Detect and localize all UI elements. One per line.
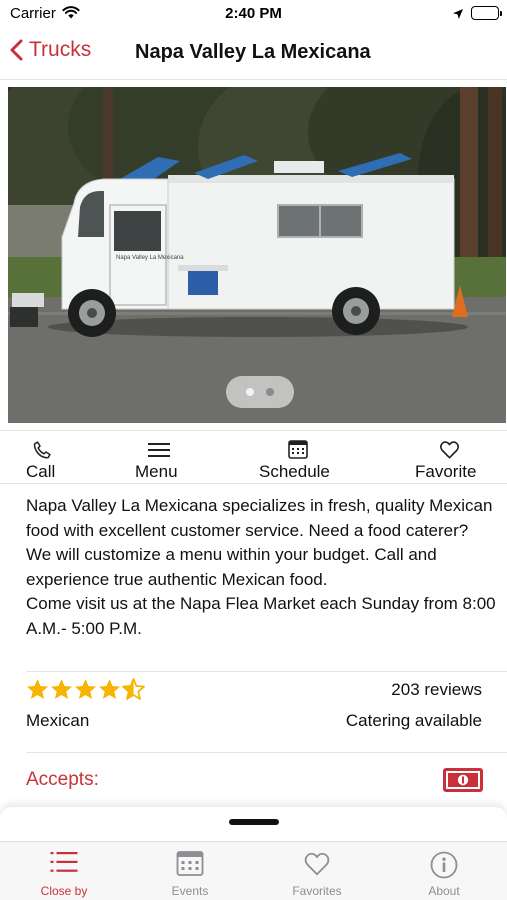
- chevron-left-icon: [10, 39, 23, 61]
- status-bar: Carrier 2:40 PM: [0, 0, 507, 28]
- tab-label: Events: [171, 884, 209, 898]
- star-icon: [98, 678, 121, 700]
- back-button[interactable]: Trucks: [10, 38, 91, 62]
- description-paragraph: Napa Valley La Mexicana specializes in f…: [26, 496, 493, 589]
- tab-label: Favorites: [292, 884, 342, 898]
- favorite-button[interactable]: Favorite: [415, 431, 485, 485]
- divider: [26, 671, 507, 672]
- favorite-label: Favorite: [415, 462, 477, 481]
- star-icon: [26, 678, 49, 700]
- page-dot: [266, 388, 274, 396]
- tab-favorites[interactable]: Favorites: [254, 842, 380, 900]
- star-icon: [74, 678, 97, 700]
- call-label: Call: [26, 462, 56, 481]
- navigation-bar: Trucks Napa Valley La Mexicana: [0, 28, 507, 80]
- sheet-grabber-handle[interactable]: [229, 819, 279, 825]
- star-rating: [26, 678, 145, 700]
- carousel-page-indicator[interactable]: [226, 376, 294, 408]
- tab-label: Close by: [40, 884, 88, 898]
- location-arrow-icon: [452, 7, 464, 25]
- divider: [26, 752, 507, 753]
- action-bar: Call Menu Schedule Favorite: [0, 430, 507, 484]
- list-icon: [50, 851, 78, 878]
- heart-icon: [303, 851, 331, 881]
- truck-signage: Napa Valley La Mexicana: [116, 255, 184, 261]
- tab-events[interactable]: Events: [127, 842, 253, 900]
- half-star-icon: [122, 678, 145, 700]
- cash-icon: [443, 768, 483, 797]
- schedule-button[interactable]: Schedule: [259, 431, 339, 485]
- calendar-icon: [176, 851, 204, 881]
- heart-icon: [439, 440, 460, 464]
- cuisine-label: Mexican: [26, 711, 90, 730]
- info-icon: [430, 851, 458, 884]
- tab-close-by[interactable]: Close by: [1, 842, 127, 900]
- back-button-label: Trucks: [29, 38, 92, 61]
- review-count[interactable]: 203 reviews: [391, 680, 482, 700]
- menu-button[interactable]: Menu: [135, 431, 195, 485]
- call-button[interactable]: Call: [26, 431, 86, 485]
- bottom-sheet[interactable]: [0, 807, 507, 841]
- tab-bar: Close by Events Favorites About: [0, 841, 507, 900]
- calendar-icon: [288, 440, 308, 464]
- status-time: 2:40 PM: [225, 5, 282, 22]
- schedule-label: Schedule: [259, 462, 330, 481]
- description-schedule-note: Come visit us at the Napa Flea Market ea…: [26, 594, 496, 638]
- truck-photo-carousel[interactable]: Napa Valley La Mexicana: [8, 87, 506, 423]
- tab-about[interactable]: About: [381, 842, 507, 900]
- tab-label: About: [428, 884, 460, 898]
- truck-photo: Napa Valley La Mexicana: [8, 87, 506, 423]
- battery-icon: [471, 6, 502, 20]
- menu-label: Menu: [135, 462, 178, 481]
- menu-lines-icon: [148, 443, 170, 462]
- page-title: Napa Valley La Mexicana: [135, 41, 371, 63]
- truck-description: Napa Valley La Mexicana specializes in f…: [26, 494, 496, 642]
- star-icon: [50, 678, 73, 700]
- page-dot-active: [246, 388, 254, 396]
- accepts-label: Accepts:: [26, 769, 99, 790]
- catering-label: Catering available: [345, 711, 482, 730]
